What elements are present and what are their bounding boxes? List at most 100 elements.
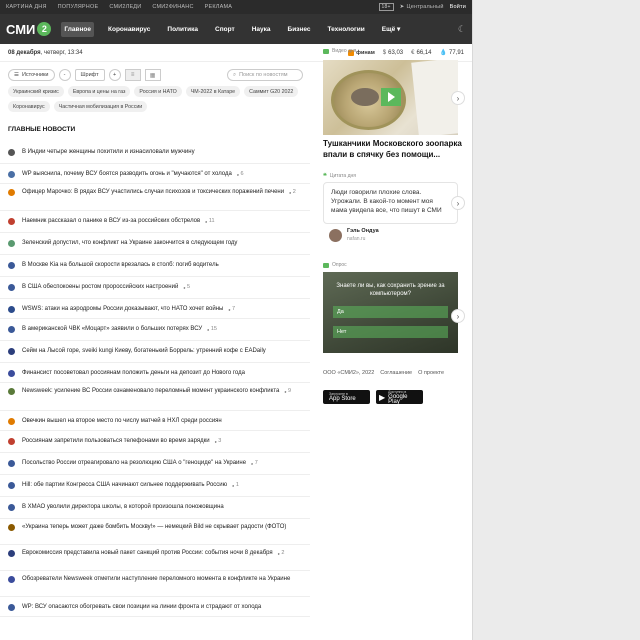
news-item[interactable]: Посольство России отреагировало на резол… xyxy=(0,453,310,475)
google-play-button[interactable]: ▶ Доступно в Google Play xyxy=(376,390,423,405)
news-item[interactable]: В ХМАО уволили директора школы, в которо… xyxy=(0,497,310,519)
news-item[interactable]: Россиянам запретили пользоваться телефон… xyxy=(0,431,310,453)
tag-europe-gas[interactable]: Европа и цены на газ xyxy=(67,86,131,97)
comment-count[interactable]: ❟ 2 xyxy=(289,189,296,195)
comment-count[interactable]: ❟ 11 xyxy=(205,218,214,224)
top-link-finance[interactable]: СМИ2ФИНАНС xyxy=(152,4,193,10)
app-store-button[interactable]: Загрузите в App Store xyxy=(323,390,370,404)
font-decrease-button[interactable]: - xyxy=(58,69,71,81)
comment-count[interactable]: ❟ 15 xyxy=(207,326,217,332)
list-view-icon[interactable]: ≡ xyxy=(124,69,141,81)
news-headline[interactable]: В Москве Kia на большой скорости врезала… xyxy=(22,260,304,270)
footer-agreement-link[interactable]: Соглашение xyxy=(380,370,412,376)
sources-filter[interactable]: ☰ Источники xyxy=(8,69,55,81)
dark-mode-icon[interactable]: ☾ xyxy=(458,24,466,35)
quote-next-button[interactable]: › xyxy=(451,196,465,210)
news-headline[interactable]: «Украина теперь может даже бомбить Москв… xyxy=(22,522,304,532)
news-item[interactable]: Newsweek: усиление ВС России ознаменовал… xyxy=(0,383,310,411)
news-item[interactable]: WP выяснила, почему ВСУ боятся разводить… xyxy=(0,164,310,184)
comment-count[interactable]: ❟ 9 xyxy=(284,388,291,394)
news-item[interactable]: В Индии четыре женщины похитили и изнаси… xyxy=(0,142,310,164)
quote-text[interactable]: Люди говорили плохие слова. Угрожали. В … xyxy=(323,182,458,224)
top-link-kartina[interactable]: КАРТИНА ДНЯ xyxy=(6,4,47,10)
nav-item-politics[interactable]: Политика xyxy=(164,22,201,37)
news-item[interactable]: Наемник рассказал о панике в ВСУ из-за р… xyxy=(0,211,310,233)
main-nav: СМИ 2 Главное Коронавирус Политика Спорт… xyxy=(0,14,472,44)
top-link-lady[interactable]: СМИ2ЛЕДИ xyxy=(109,4,141,10)
news-headline[interactable]: Овечкин вышел на второе место по числу м… xyxy=(22,416,304,426)
nav-item-science[interactable]: Наука xyxy=(249,22,274,37)
news-item[interactable]: WP: ВСУ опасаются обогревать свои позици… xyxy=(0,597,310,617)
site-logo[interactable]: СМИ 2 xyxy=(6,22,52,37)
comment-count[interactable]: ❟ 7 xyxy=(228,306,235,312)
news-headline[interactable]: Зеленский допустил, что конфликт на Укра… xyxy=(22,238,304,248)
poll-next-button[interactable]: › xyxy=(451,309,465,323)
news-item[interactable]: Зеленский допустил, что конфликт на Укра… xyxy=(0,233,310,255)
news-headline[interactable]: Россиянам запретили пользоваться телефон… xyxy=(22,436,304,446)
news-item[interactable]: В США обеспокоены ростом пророссийских н… xyxy=(0,277,310,299)
news-item[interactable]: «Украина теперь может даже бомбить Москв… xyxy=(0,519,310,545)
comment-count[interactable]: ❟ 7 xyxy=(251,460,258,466)
news-headline[interactable]: В США обеспокоены ростом пророссийских н… xyxy=(22,282,304,292)
comment-count[interactable]: ❟ 2 xyxy=(278,550,285,556)
news-headline[interactable]: Обозреватели Newsweek отметили наступлен… xyxy=(22,574,304,584)
news-headline[interactable]: Посольство России отреагировало на резол… xyxy=(22,458,304,468)
nav-item-business[interactable]: Бизнес xyxy=(285,22,314,37)
news-item[interactable]: Еврокомиссия представила новый пакет сан… xyxy=(0,545,310,571)
tag-mobilization[interactable]: Частичная мобилизация в России xyxy=(53,101,148,112)
grid-view-icon[interactable]: ▦ xyxy=(144,69,161,81)
news-headline[interactable]: Офицер Марочко: В рядах ВСУ участились с… xyxy=(22,187,304,197)
video-thumbnail[interactable] xyxy=(323,60,458,135)
quote-author[interactable]: Гэль Ондуа nafan.ru xyxy=(329,227,379,243)
source-icon xyxy=(8,188,15,196)
nav-item-main[interactable]: Главное xyxy=(61,21,95,37)
news-headline[interactable]: Еврокомиссия представила новый пакет сан… xyxy=(22,548,304,558)
tag-coronavirus[interactable]: Коронавирус xyxy=(8,101,50,112)
comment-count[interactable]: ❟ 1 xyxy=(232,482,239,488)
news-item[interactable]: Hill: обе партии Конгресса США начинают … xyxy=(0,475,310,497)
news-item[interactable]: WSWS: атаки на аэродромы России доказыва… xyxy=(0,299,310,319)
poll-option-no[interactable]: Нет xyxy=(333,326,448,338)
font-increase-button[interactable]: + xyxy=(108,69,121,81)
footer-about-link[interactable]: О проекте xyxy=(418,370,444,376)
tag-ukraine[interactable]: Украинский кризис xyxy=(8,86,64,97)
nav-item-coronavirus[interactable]: Коронавирус xyxy=(105,22,153,37)
play-icon[interactable] xyxy=(381,88,401,106)
news-item[interactable]: Обозреватели Newsweek отметили наступлен… xyxy=(0,571,310,597)
news-item[interactable]: В Москве Kia на большой скорости врезала… xyxy=(0,255,310,277)
video-next-button[interactable]: › xyxy=(451,91,465,105)
news-headline[interactable]: В ХМАО уволили директора школы, в которо… xyxy=(22,502,304,512)
news-headline[interactable]: WP: ВСУ опасаются обогревать свои позици… xyxy=(22,602,304,612)
news-item[interactable]: Офицер Марочко: В рядах ВСУ участились с… xyxy=(0,184,310,211)
news-headline[interactable]: WSWS: атаки на аэродромы России доказыва… xyxy=(22,304,304,314)
nav-item-tech[interactable]: Технологии xyxy=(325,22,368,37)
nav-item-more[interactable]: Ещё ▾ xyxy=(379,21,404,37)
news-headline[interactable]: Финансист посоветовал россиянам положить… xyxy=(22,368,304,378)
tag-g20[interactable]: Саммит G20 2022 xyxy=(244,86,299,97)
news-headline[interactable]: Наемник рассказал о панике в ВСУ из-за р… xyxy=(22,216,304,226)
news-item[interactable]: Финансист посоветовал россиянам положить… xyxy=(0,363,310,383)
top-link-ads[interactable]: РЕКЛАМА xyxy=(205,4,232,10)
video-title[interactable]: Тушканчики Московского зоопарка впали в … xyxy=(323,139,463,160)
comment-count[interactable]: ❟ 6 xyxy=(237,171,244,177)
top-link-popular[interactable]: ПОПУЛЯРНОЕ xyxy=(58,4,99,10)
news-item[interactable]: Сейм на Лысой горе, sveiki kungi Киеву, … xyxy=(0,341,310,363)
login-link[interactable]: Войти xyxy=(450,4,466,10)
news-item[interactable]: Овечкин вышел на второе место по числу м… xyxy=(0,411,310,431)
news-headline[interactable]: Newsweek: усиление ВС России ознаменовал… xyxy=(22,386,304,396)
news-headline[interactable]: В Индии четыре женщины похитили и изнаси… xyxy=(22,147,304,157)
location-selector[interactable]: ➤ Центральный xyxy=(400,4,444,10)
comment-count[interactable]: ❟ 5 xyxy=(183,284,190,290)
search-input[interactable]: ⌕ Поиск по новостям xyxy=(227,69,303,81)
news-headline[interactable]: В американской ЧВК «Моцарт» заявили о бо… xyxy=(22,324,304,334)
poll-option-yes[interactable]: Да xyxy=(333,306,448,318)
nav-item-sport[interactable]: Спорт xyxy=(212,22,238,37)
news-headline[interactable]: Сейм на Лысой горе, sveiki kungi Киеву, … xyxy=(22,346,304,356)
news-headline[interactable]: Hill: обе партии Конгресса США начинают … xyxy=(22,480,304,490)
tag-russia-nato[interactable]: Россия и НАТО xyxy=(134,86,182,97)
news-item[interactable]: В американской ЧВК «Моцарт» заявили о бо… xyxy=(0,319,310,341)
current-date: 08 декабря, четверг, 13:34 xyxy=(8,49,83,56)
tag-worldcup[interactable]: ЧМ-2022 в Катаре xyxy=(185,86,241,97)
comment-count[interactable]: ❟ 3 xyxy=(215,438,222,444)
news-headline[interactable]: WP выяснила, почему ВСУ боятся разводить… xyxy=(22,169,304,179)
